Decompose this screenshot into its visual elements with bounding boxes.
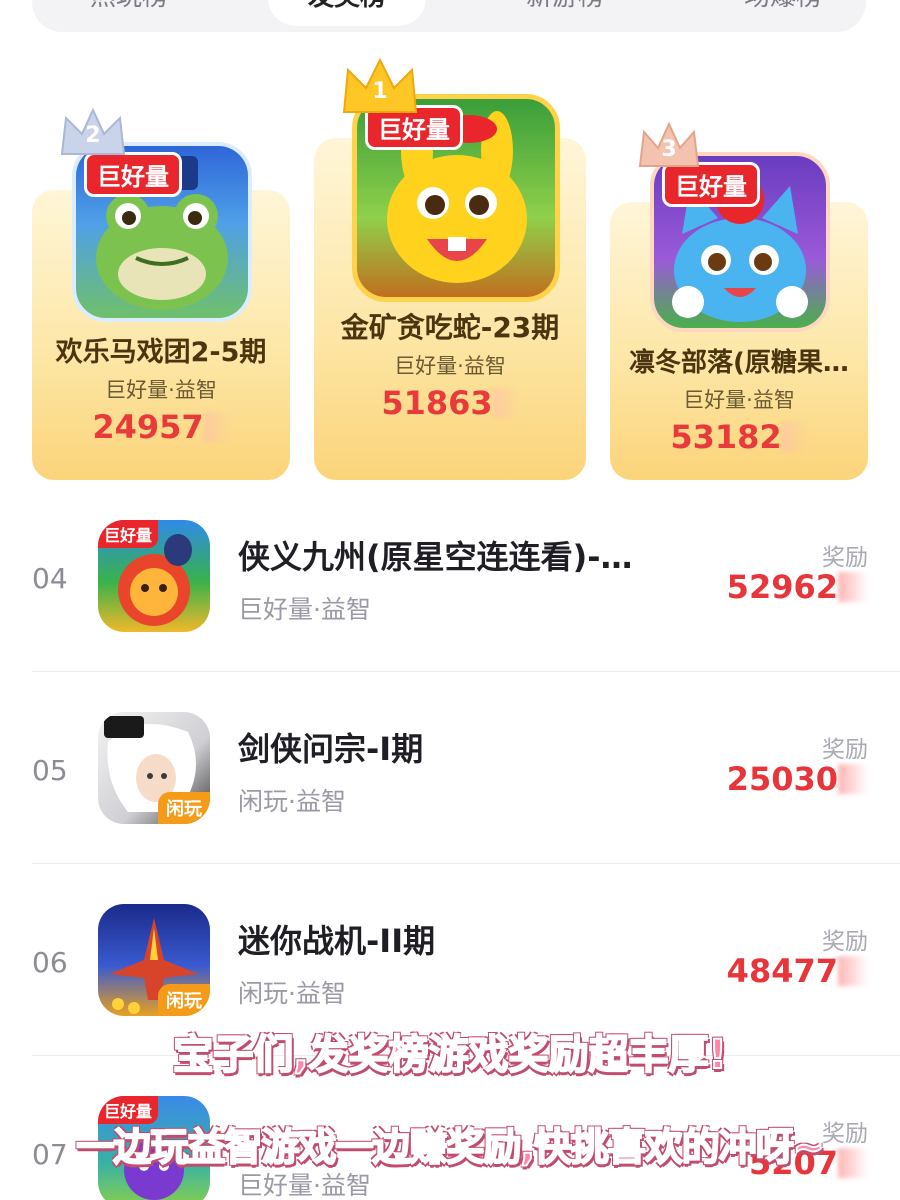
podium-title: 欢乐马戏团2-5期	[55, 337, 267, 368]
list-item[interactable]: 04 巨好量 侠义九州(原星空连连看)-… 巨好量·益智 奖励 52962	[32, 480, 900, 672]
reward-label: 奖励	[822, 737, 868, 763]
svg-text:3: 3	[661, 137, 676, 162]
reward-amount: 48477	[727, 952, 868, 990]
blue-cat-game-icon[interactable]: 巨好量	[650, 152, 830, 332]
game-title: 剑侠问宗-I期	[238, 730, 424, 768]
reward-amount: 25030	[727, 760, 868, 798]
podium-subtitle: 巨好量·益智	[683, 388, 795, 412]
game-category: 巨好量·益智	[238, 1171, 371, 1200]
game-title: 侠义九州(原星空连连看)-…	[238, 538, 633, 576]
brand-badge: 闲玩	[158, 792, 210, 824]
tab-hot-play[interactable]: 热玩榜	[50, 0, 208, 26]
rank-number: 05	[32, 754, 68, 787]
brand-badge: 巨好量	[98, 520, 159, 548]
promo-caption-line-1: 宝子们,发奖榜游戏奖励超丰厚!	[172, 1031, 727, 1079]
svg-text:2: 2	[85, 123, 100, 148]
rank-number: 04	[32, 562, 68, 595]
tab-new-games[interactable]: 新游榜	[486, 0, 644, 26]
yellow-rabbit-game-icon[interactable]: 巨好量	[352, 94, 560, 302]
swordsman-game-icon[interactable]: 闲玩	[98, 712, 210, 824]
podium-subtitle: 巨好量·益智	[394, 354, 506, 378]
podium-amount: 24957	[32, 408, 290, 446]
game-category: 巨好量·益智	[238, 595, 371, 624]
lion-game-icon[interactable]: 巨好量	[98, 520, 210, 632]
frog-game-icon[interactable]: 巨好量	[72, 142, 252, 322]
tab-rewards[interactable]: 发奖榜	[268, 0, 426, 26]
bronze-crown-icon: 3	[638, 121, 700, 167]
gold-crown-icon: 1	[342, 57, 418, 113]
reward-label: 奖励	[822, 929, 868, 955]
rank-number: 06	[32, 946, 68, 979]
podium-title: 金矿贪吃蛇-23期	[340, 311, 560, 344]
podium-amount: 53182	[610, 418, 868, 456]
reward-amount: 52962	[727, 568, 868, 606]
game-category: 闲玩·益智	[238, 787, 346, 816]
fighter-jet-game-icon[interactable]: 闲玩	[98, 904, 210, 1016]
silver-crown-icon: 2	[60, 107, 126, 155]
svg-text:1: 1	[372, 79, 387, 104]
game-title: 迷你战机-II期	[238, 922, 436, 960]
list-item[interactable]: 05 闲玩 剑侠问宗-I期 闲玩·益智 奖励 25030	[32, 672, 900, 864]
brand-badge: 闲玩	[158, 984, 210, 1016]
podium-amount: 51863	[314, 384, 586, 422]
tab-trending[interactable]: 场爆榜	[704, 0, 862, 26]
promo-caption-line-2: 一边玩益智游戏一边赚奖励,快挑喜欢的冲呀~	[75, 1124, 825, 1170]
podium-title: 凛冬部落(原糖果…	[629, 348, 849, 378]
game-category: 闲玩·益智	[238, 979, 346, 1008]
ranking-tab-bar: 热玩榜 发奖榜 新游榜 场爆榜	[32, 0, 866, 32]
reward-label: 奖励	[822, 545, 868, 571]
podium-subtitle: 巨好量·益智	[105, 378, 217, 402]
